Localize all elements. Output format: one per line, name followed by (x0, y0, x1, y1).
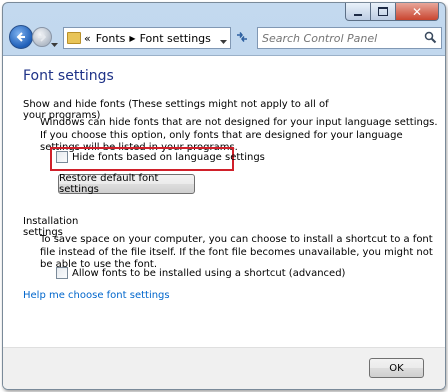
installation-settings-description: To save space on your computer, you can … (40, 234, 433, 270)
minimize-icon (354, 13, 362, 16)
allow-shortcut-checkbox[interactable] (56, 267, 68, 279)
restore-button-label: Restore default font settings (59, 173, 159, 195)
search-input[interactable] (258, 31, 422, 45)
refresh-button[interactable] (233, 27, 251, 47)
hide-fonts-checkbox[interactable] (56, 151, 68, 163)
dialog-footer: OK (3, 347, 445, 389)
breadcrumb-separator-icon: ▶ (129, 33, 136, 43)
help-choose-font-settings-link[interactable]: Help me choose font settings (23, 290, 170, 301)
forward-arrow-icon (38, 32, 47, 42)
maximize-button[interactable] (371, 3, 396, 21)
allow-shortcut-option[interactable]: Allow fonts to be installed using a shor… (56, 267, 345, 279)
allow-shortcut-label[interactable]: Allow fonts to be installed using a shor… (72, 268, 345, 279)
ok-button-label: OK (389, 362, 404, 374)
page-title: Font settings (23, 68, 114, 84)
hide-fonts-option[interactable]: Hide fonts based on language settings (56, 151, 265, 163)
maximize-icon (378, 7, 388, 16)
refresh-icon (237, 32, 247, 42)
control-panel-folder-icon (67, 32, 81, 44)
navigation-bar: « Fonts ▶ Font settings (3, 23, 445, 53)
breadcrumb-overflow-icon[interactable]: « (84, 32, 91, 45)
main-content: Font settings Show and hide fonts (These… (3, 55, 445, 389)
breadcrumb-fonts[interactable]: Fonts (96, 32, 126, 45)
restore-default-font-settings-button[interactable]: Restore default font settings (58, 173, 195, 195)
window-controls: ✕ (345, 3, 439, 21)
hide-fonts-label[interactable]: Hide fonts based on language settings (72, 152, 265, 163)
close-icon: ✕ (411, 4, 423, 19)
recent-pages-button[interactable] (51, 33, 58, 52)
address-bar[interactable]: « Fonts ▶ Font settings (63, 27, 231, 49)
font-settings-window: ✕ « Fonts ▶ Font settings Search Control… (2, 2, 446, 390)
chevron-down-icon (51, 43, 58, 47)
search-box[interactable] (257, 27, 442, 49)
search-icon[interactable] (424, 31, 437, 44)
forward-button[interactable] (32, 27, 52, 47)
ok-button[interactable]: OK (369, 358, 424, 378)
back-arrow-icon (16, 32, 25, 42)
chevron-down-icon (220, 40, 227, 44)
minimize-button[interactable] (345, 3, 371, 21)
address-dropdown[interactable] (220, 35, 227, 48)
breadcrumb-font-settings[interactable]: Font settings (140, 32, 211, 45)
back-button[interactable] (9, 25, 33, 49)
close-button[interactable]: ✕ (396, 3, 439, 21)
